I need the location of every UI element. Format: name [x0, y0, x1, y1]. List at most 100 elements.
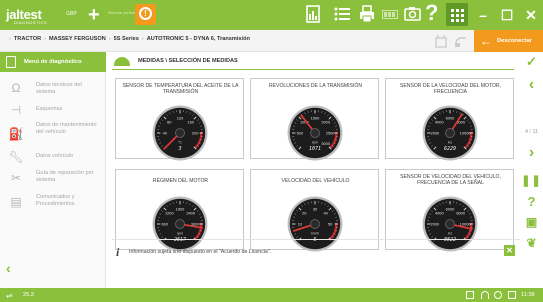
ohm-icon: Ω: [11, 81, 21, 95]
report-icon[interactable]: [306, 5, 320, 23]
gauge-dial: 50010001500200025003000rpm1071: [287, 105, 343, 161]
oil-can-icon: ⛽: [8, 127, 24, 141]
gauge-unit: rpm: [312, 141, 318, 145]
minimize-button[interactable]: –: [471, 0, 495, 30]
section-header: MEDIDAS \ SELECCIÓN DE MEDIDAS: [112, 55, 514, 70]
connector-alt-icon: [455, 37, 466, 47]
gauge-title: RÉGIMEN DEL MOTOR: [152, 178, 209, 184]
gauge-tick-label: 6000: [446, 206, 456, 211]
diagnostic-menu-icon: [6, 56, 16, 68]
gauge-title: REVOLUCIONES DE LA TRANSMISIÓN: [268, 83, 363, 89]
sidebar-item-label: Datos técnicos del sistema: [36, 82, 82, 95]
license-info-bar: i Información sujeta a lo dispuesto en e…: [112, 239, 520, 261]
gauge-panel[interactable]: VELOCIDAD DEL VEHÍCULO 10 20 30 40 50 km/h 5: [250, 169, 379, 252]
apps-grid-button[interactable]: [446, 3, 468, 26]
close-button[interactable]: ✕: [519, 0, 543, 30]
gauge-tick-label: 2500: [326, 130, 336, 135]
remote-control-label[interactable]: Remote control: [108, 10, 135, 15]
back-arrow-icon[interactable]: ‹: [6, 260, 11, 276]
gauge-hub: [445, 219, 455, 229]
gauge-panel[interactable]: SENSOR DE TEMPERATURA DEL ACEITE DE LA T…: [115, 78, 244, 161]
clock: 11:38: [521, 292, 535, 298]
wrench-icon: 🔧︎: [8, 150, 24, 164]
alert-button[interactable]: !: [135, 4, 156, 25]
sidebar-item-label: Menú de diagnóstico: [24, 59, 82, 65]
gauge-title: VELOCIDAD DEL VEHÍCULO: [281, 178, 350, 184]
gauge-tick-label: 500: [297, 130, 304, 135]
gauge-unit: °C: [178, 141, 182, 145]
list-icon[interactable]: [334, 6, 350, 22]
gauge-title: SENSOR DE LA VELOCIDAD DEL MOTOR, FRECUE…: [399, 83, 502, 96]
pause-icon[interactable]: ❚❚: [520, 174, 543, 187]
info-icon: i: [116, 245, 120, 259]
help-parameter-icon[interactable]: ?: [520, 194, 543, 209]
help-icon[interactable]: ?: [425, 2, 438, 24]
gauge-tick-label: 2000: [321, 120, 331, 125]
save-icon[interactable]: ▣: [520, 215, 543, 229]
print-icon[interactable]: [359, 5, 375, 23]
gauge-tick-label: 6000: [446, 115, 456, 120]
gauge-dial: 200040006000800010000Hz6229: [422, 105, 478, 161]
gauge-title: SENSOR DE TEMPERATURA DEL ACEITE DE LA T…: [122, 83, 239, 96]
battery-voltage: 25.3: [23, 292, 34, 298]
gauge-tick-label: 1200: [165, 211, 175, 216]
gauge-panel[interactable]: SENSOR DE VELOCIDAD DEL VEHÍCULO, FRECUE…: [385, 169, 514, 252]
sidebar-item-diagnostic-menu[interactable]: Menú de diagnóstico: [0, 52, 106, 72]
gauge-tick-label: 120: [177, 115, 184, 120]
status-battery-icon: [466, 291, 474, 299]
maximize-button[interactable]: ☐: [495, 0, 519, 30]
next-page-icon[interactable]: ›: [520, 144, 543, 162]
gauge-panel[interactable]: SENSOR DE LA VELOCIDAD DEL MOTOR, FRECUE…: [385, 78, 514, 161]
gauge-hub: [445, 128, 455, 138]
arrow-left-icon: ←: [480, 34, 492, 48]
gbp-label: GBP: [66, 11, 77, 17]
sidebar-item-label: Datos vehículo: [36, 153, 74, 159]
gauge-tick-label: 4000: [435, 120, 445, 125]
gauge-tick-label: 3000: [321, 141, 331, 146]
previous-page-icon[interactable]: ‹: [520, 76, 543, 94]
sidebar: Menú de diagnóstico Ω Datos técnicos del…: [0, 52, 106, 288]
breadcrumb-item[interactable]: 5S Series: [114, 36, 139, 42]
close-info-button[interactable]: ✕: [504, 245, 515, 256]
gauge-hub: [310, 219, 320, 229]
gauge-tick-label: 1500: [311, 115, 321, 120]
sidebar-item-label: Esquemas: [36, 106, 63, 112]
gauge-unit: rpm: [177, 232, 183, 236]
gauge-hub: [310, 128, 320, 138]
sidebar-item-label: Comunicados y Procedimientos: [36, 194, 75, 207]
gauge-panel[interactable]: REVOLUCIONES DE LA TRANSMISIÓN 500 1000 15…: [250, 78, 379, 161]
gauge-panel[interactable]: RÉGIMEN DEL MOTOR 600 1200 1800 2400 3000 rpm…: [115, 169, 244, 252]
usb-icon: ⇌: [6, 291, 13, 300]
breadcrumb-item[interactable]: AUTOTRONIC 5 - DYNA 6, Transmisión: [147, 36, 250, 42]
gauge-value: 3: [177, 146, 181, 152]
gauge-tick-label: 2000: [431, 221, 441, 226]
section-title: MEDIDAS \ SELECCIÓN DE MEDIDAS: [138, 58, 238, 64]
gauge-tick-label: 200: [192, 130, 199, 135]
gauge-tick-label: 2000: [431, 130, 441, 135]
disconnect-button[interactable]: ← Desconectar: [474, 30, 543, 52]
gauge-tick-label: 4000: [435, 211, 445, 216]
breadcrumb: › TRACTOR › MASSEY FERGUSON › 5S Series › AUTOT…: [9, 36, 250, 42]
leaf-icon[interactable]: ❦: [520, 236, 543, 250]
gauge-tick-label: 10000: [460, 130, 472, 135]
gauge-section-icon: [114, 57, 130, 66]
check-icon[interactable]: ✓: [520, 54, 543, 70]
jaltest-logo: jaltest DIAGNOSTICS: [6, 7, 47, 25]
add-icon[interactable]: +: [88, 5, 100, 25]
user-icon: [494, 291, 502, 299]
disconnect-label: Desconectar: [497, 38, 532, 44]
tools-icon: ✂︎: [10, 171, 22, 185]
gauge-tick-label: 600: [162, 221, 169, 226]
header-divider: [112, 69, 514, 70]
camera-icon[interactable]: [404, 6, 421, 21]
calendar-icon: [508, 291, 516, 299]
schematic-icon: ⊣: [10, 103, 22, 117]
wifi-icon: [481, 291, 489, 299]
gauge-value: 1071: [309, 146, 321, 152]
connector-icon: [435, 35, 447, 48]
top-bar: jaltest DIAGNOSTICS GBP + Remote control…: [0, 0, 543, 30]
gauge-value: 6229: [444, 146, 456, 152]
gauge-hub: [175, 128, 185, 138]
breadcrumb-item[interactable]: MASSEY FERGUSON: [49, 36, 106, 42]
breadcrumb-item[interactable]: TRACTOR: [14, 36, 41, 42]
